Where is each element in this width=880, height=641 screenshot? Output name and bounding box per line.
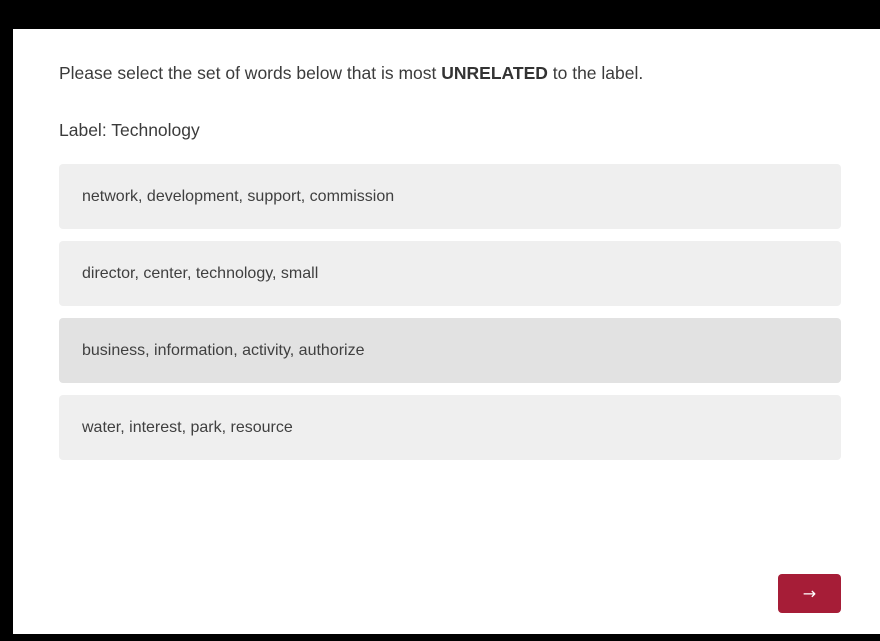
label-text: Label: Technology — [59, 120, 200, 140]
question-prefix: Please select the set of words below tha… — [59, 63, 442, 83]
option-label: business, information, activity, authori… — [82, 341, 365, 359]
option-4[interactable]: water, interest, park, resource — [59, 395, 841, 460]
option-1[interactable]: network, development, support, commissio… — [59, 164, 841, 229]
arrow-right-icon: → — [802, 584, 817, 603]
option-2[interactable]: director, center, technology, small — [59, 241, 841, 306]
options-list: network, development, support, commissio… — [59, 164, 841, 472]
option-3[interactable]: business, information, activity, authori… — [59, 318, 841, 383]
question-suffix: to the label. — [547, 63, 644, 83]
survey-panel: Please select the set of words below tha… — [13, 29, 880, 634]
option-label: director, center, technology, small — [82, 264, 319, 282]
question-text: Please select the set of words below tha… — [59, 62, 643, 84]
question-emphasis: UNRELATED — [441, 63, 548, 83]
option-label: water, interest, park, resource — [82, 418, 293, 436]
next-button[interactable]: → — [778, 574, 841, 613]
option-label: network, development, support, commissio… — [82, 187, 395, 205]
